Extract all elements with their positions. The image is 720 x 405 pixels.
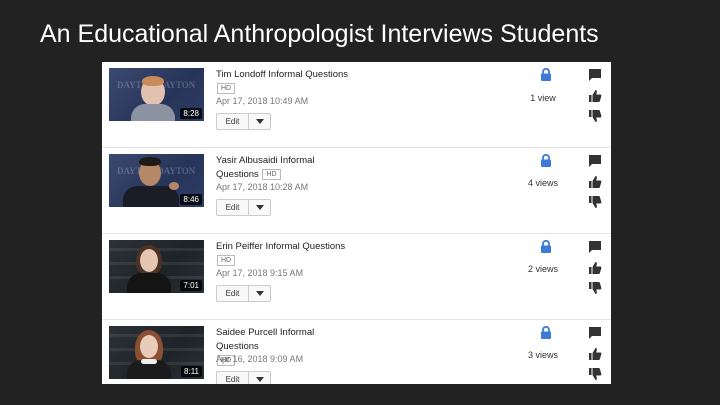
video-duration: 8:28 bbox=[180, 108, 202, 119]
thumbs-down-icon[interactable] bbox=[588, 281, 602, 295]
comment-icon[interactable] bbox=[588, 68, 602, 82]
video-duration: 8:11 bbox=[181, 366, 202, 377]
thumbs-up-icon[interactable] bbox=[588, 347, 602, 361]
video-row: 7:01 Erin Peiffer Informal Questions HD … bbox=[102, 234, 611, 320]
edit-button[interactable]: Edit bbox=[216, 199, 271, 216]
video-thumbnail[interactable]: 8:11 bbox=[109, 326, 204, 379]
view-count: 3 views bbox=[527, 350, 558, 360]
slide-title: An Educational Anthropologist Interviews… bbox=[40, 20, 599, 48]
comment-icon[interactable] bbox=[588, 326, 602, 340]
caret-down-icon[interactable] bbox=[249, 119, 270, 124]
video-date: Apr 17, 2018 10:28 AM bbox=[216, 182, 309, 192]
view-count: 2 views bbox=[527, 264, 558, 274]
thumbs-up-icon[interactable] bbox=[588, 89, 602, 103]
edit-button-label[interactable]: Edit bbox=[217, 114, 249, 129]
comment-icon[interactable] bbox=[588, 154, 602, 168]
lock-icon[interactable] bbox=[540, 240, 552, 253]
edit-button[interactable]: Edit bbox=[216, 113, 271, 130]
thumbs-down-icon[interactable] bbox=[588, 367, 602, 381]
video-date: Apr 17, 2018 10:49 AM bbox=[216, 96, 309, 106]
thumbs-up-icon[interactable] bbox=[588, 175, 602, 189]
video-title[interactable]: Tim Londoff Informal Questions HD bbox=[216, 68, 356, 96]
comment-icon[interactable] bbox=[588, 240, 602, 254]
video-row: DAYTON DAYTON 8:28 Tim Londoff Informal … bbox=[102, 62, 611, 148]
video-date: Apr 16, 2018 9:09 AM bbox=[216, 354, 304, 364]
video-row: 8:11 Saidee Purcell Informal Questions H… bbox=[102, 320, 611, 384]
hd-badge: HD bbox=[217, 83, 236, 94]
edit-button[interactable]: Edit bbox=[216, 285, 271, 302]
video-title-text[interactable]: Saidee Purcell Informal Questions bbox=[216, 327, 314, 352]
video-duration: 8:46 bbox=[180, 194, 202, 205]
view-count: 4 views bbox=[527, 178, 558, 188]
thumbs-down-icon[interactable] bbox=[588, 109, 602, 123]
thumbs-down-icon[interactable] bbox=[588, 195, 602, 209]
edit-button-label[interactable]: Edit bbox=[217, 286, 249, 301]
hd-badge: HD bbox=[217, 255, 236, 266]
lock-icon[interactable] bbox=[540, 326, 552, 339]
video-row: DAYTON DAYTON 8:46 Yasir Albusaidi Infor… bbox=[102, 148, 611, 234]
video-manager-panel: DAYTON DAYTON 8:28 Tim Londoff Informal … bbox=[102, 62, 611, 384]
caret-down-icon[interactable] bbox=[249, 291, 270, 296]
video-thumbnail[interactable]: DAYTON DAYTON 8:46 bbox=[109, 154, 204, 207]
video-title-text[interactable]: Erin Peiffer Informal Questions bbox=[216, 241, 345, 252]
video-title[interactable]: Yasir Albusaidi Informal Questions HD bbox=[216, 154, 356, 182]
edit-button-label[interactable]: Edit bbox=[217, 372, 249, 384]
lock-icon[interactable] bbox=[540, 154, 552, 167]
video-thumbnail[interactable]: 7:01 bbox=[109, 240, 204, 293]
view-count: 1 view bbox=[530, 93, 556, 103]
video-thumbnail[interactable]: DAYTON DAYTON 8:28 bbox=[109, 68, 204, 121]
lock-icon[interactable] bbox=[540, 68, 552, 81]
edit-button[interactable]: Edit bbox=[216, 371, 271, 384]
edit-button-label[interactable]: Edit bbox=[217, 200, 249, 215]
video-duration: 7:01 bbox=[180, 280, 202, 291]
thumbs-up-icon[interactable] bbox=[588, 261, 602, 275]
caret-down-icon[interactable] bbox=[249, 377, 270, 382]
caret-down-icon[interactable] bbox=[249, 205, 270, 210]
video-date: Apr 17, 2018 9:15 AM bbox=[216, 268, 304, 278]
video-title-text[interactable]: Tim Londoff Informal Questions bbox=[216, 69, 348, 80]
video-title[interactable]: Erin Peiffer Informal Questions HD bbox=[216, 240, 356, 268]
hd-badge: HD bbox=[262, 169, 281, 180]
